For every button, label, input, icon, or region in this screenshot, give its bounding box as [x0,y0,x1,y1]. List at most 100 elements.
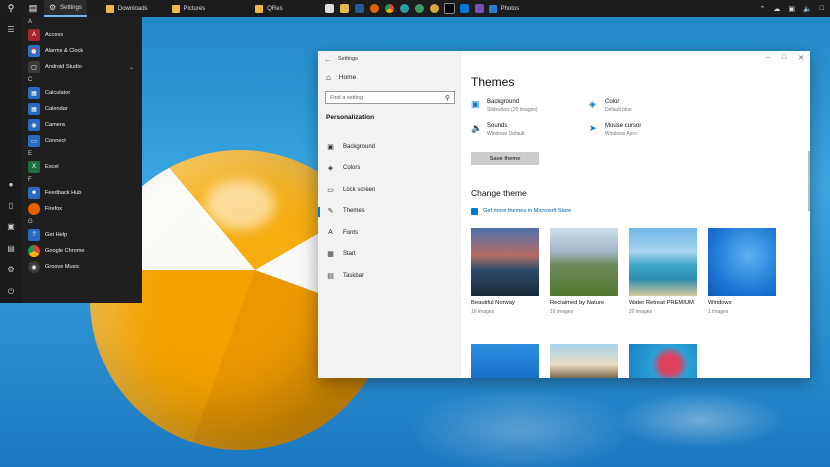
option-title: Background [487,99,520,105]
option-sounds[interactable]: 🔈 Sounds Windows Default [471,123,525,137]
folder-icon [171,4,180,13]
folder-icon: ▢ [28,61,40,73]
feedback-icon: ☻ [28,187,40,199]
edge-dev-icon[interactable] [412,4,427,13]
back-arrow-icon[interactable]: ← [318,55,338,64]
chevron-down-icon[interactable]: ⌄ [129,64,134,71]
app-item-groove-music[interactable]: ◉ Groove Music [24,259,142,275]
app-item-android-studio[interactable]: ▢ Android Studio ⌄ [24,59,142,75]
theme-card-reclaimed-by-nature[interactable]: Reclaimed by Nature 16 images [550,228,618,315]
mail-icon[interactable] [457,4,472,13]
user-avatar-icon[interactable]: ● [6,180,16,190]
chrome-icon[interactable] [382,4,397,13]
letter-header[interactable]: A [24,17,142,27]
documents-icon[interactable]: ▯ [6,201,16,211]
palette-icon: ◈ [589,99,596,109]
taskbar-app-qres[interactable]: QRes [250,0,287,17]
word-icon[interactable] [352,4,367,13]
theme-card-beautiful-norway[interactable]: Beautiful Norway 16 images [471,228,539,315]
app-item-access[interactable]: A Access [24,27,142,43]
edge-icon[interactable] [397,4,412,13]
camera-icon: ◉ [28,119,40,131]
system-tray: ⌃ ☁ ▣ 🔈 □ [760,5,830,13]
app-item-alarms-clock[interactable]: ⏰ Alarms & Clock [24,43,142,59]
nav-lock-screen[interactable]: ▭ Lock screen [318,179,461,201]
explorer-icon[interactable] [337,4,352,13]
option-background[interactable]: ▣ Background Slideshow (20 images) [471,99,538,113]
pc-icon[interactable]: ▤ [6,244,16,254]
hamburger-menu-icon[interactable]: ☰ [6,25,16,35]
app-item-feedback-hub[interactable]: ☻ Feedback Hub [24,185,142,201]
access-icon: A [28,29,40,41]
app-label: Alarms & Clock [45,48,84,54]
terminal-icon[interactable] [442,3,457,14]
nav-home[interactable]: ⌂ Home [318,67,461,87]
store-link[interactable]: Get more themes in Microsoft Store [471,208,571,215]
app-item-google-chrome[interactable]: Google Chrome [24,243,142,259]
theme-name: Reclaimed by Nature [550,300,605,306]
letter-header[interactable]: G [24,217,142,227]
taskbar-app-downloads[interactable]: Downloads [101,0,153,17]
taskbar: ⚲ ▤ ⚙ Settings Downloads Pictures QRes P… [0,0,830,17]
option-title: Sounds [487,123,508,129]
nav-colors[interactable]: ◈ Colors [318,158,461,180]
letter-header[interactable]: C [24,75,142,85]
notification-icon[interactable]: □ [820,5,824,13]
save-theme-button[interactable]: Save theme [471,152,539,165]
letter-header[interactable]: E [24,149,142,159]
theme-thumbnail[interactable] [471,344,539,378]
onedrive-icon[interactable]: ☁ [773,5,780,13]
gear-icon[interactable]: ⚙ [6,265,16,275]
app-item-excel[interactable]: X Excel [24,159,142,175]
option-title: Mouse cursor [605,123,642,129]
taskbar-app-photos[interactable]: Photos [487,0,525,17]
option-color[interactable]: ◈ Color Default blue [589,99,632,113]
taskbar-app-settings[interactable]: ⚙ Settings [44,0,87,17]
option-mouse-cursor[interactable]: ➤ Mouse cursor Windows Aero [589,123,641,137]
letter-header[interactable]: F [24,175,142,185]
scrollbar[interactable] [808,151,810,211]
settings-window: ← Settings ⌂ Home Find a setting ⚲ Perso… [318,51,810,378]
nav-start[interactable]: ▦ Start [318,244,461,266]
edge-canary-icon[interactable] [427,4,442,13]
task-view-icon[interactable]: ▤ [22,0,44,17]
app-item-get-help[interactable]: ? Get Help [24,227,142,243]
theme-thumbnail[interactable] [629,344,697,378]
app-item-camera[interactable]: ◉ Camera [24,117,142,133]
alarm-clock-icon: ⏰ [28,45,40,57]
picture-icon: ▣ [327,143,334,151]
start-menu: ☰ ● ▯ ▣ ▤ ⚙ ⏻ A A Access ⏰ Alarms & Cloc… [0,17,142,303]
firefox-icon[interactable] [367,4,382,13]
pictures-icon[interactable]: ▣ [6,222,16,232]
network-icon[interactable]: ▣ [788,5,795,13]
app-item-calculator[interactable]: ▦ Calculator [24,85,142,101]
theme-thumbnail[interactable] [550,344,618,378]
change-theme-title: Change theme [471,188,527,198]
chrome-icon [28,245,40,257]
app-item-connect[interactable]: ▭ Connect [24,133,142,149]
settings-content: Themes ▣ Background Slideshow (20 images… [471,51,810,378]
taskbar-app-pictures[interactable]: Pictures [167,0,211,17]
chevron-up-icon[interactable]: ⌃ [760,5,766,13]
taskbar-app-label: QRes [267,5,283,12]
nav-fonts[interactable]: A Fonts [318,222,461,244]
app-item-firefox[interactable]: Firefox [24,201,142,217]
nav-themes[interactable]: ✎ Themes [318,201,461,223]
search-input[interactable]: Find a setting ⚲ [325,91,455,104]
option-value: Windows Aero [605,131,637,137]
theme-thumbnail [550,228,618,296]
app-list: A A Access ⏰ Alarms & Clock ▢ Android St… [24,17,142,275]
volume-icon[interactable]: 🔈 [803,5,812,13]
app-item-calendar[interactable]: ▦ Calendar [24,101,142,117]
search-icon[interactable]: ⚲ [0,0,22,17]
theme-card-windows[interactable]: Windows 1 images [708,228,776,315]
nav-label: Themes [343,208,365,215]
nav-background[interactable]: ▣ Background [318,136,461,158]
visual-studio-icon[interactable] [472,4,487,13]
theme-card-water-retreat[interactable]: Water Retreat PREMIUM 20 images [629,228,697,315]
search-icon[interactable]: ⚲ [445,94,450,102]
power-icon[interactable]: ⏻ [6,287,16,297]
calculator-icon: ▦ [28,87,40,99]
nav-taskbar[interactable]: ▤ Taskbar [318,265,461,287]
store-icon[interactable] [322,4,337,13]
